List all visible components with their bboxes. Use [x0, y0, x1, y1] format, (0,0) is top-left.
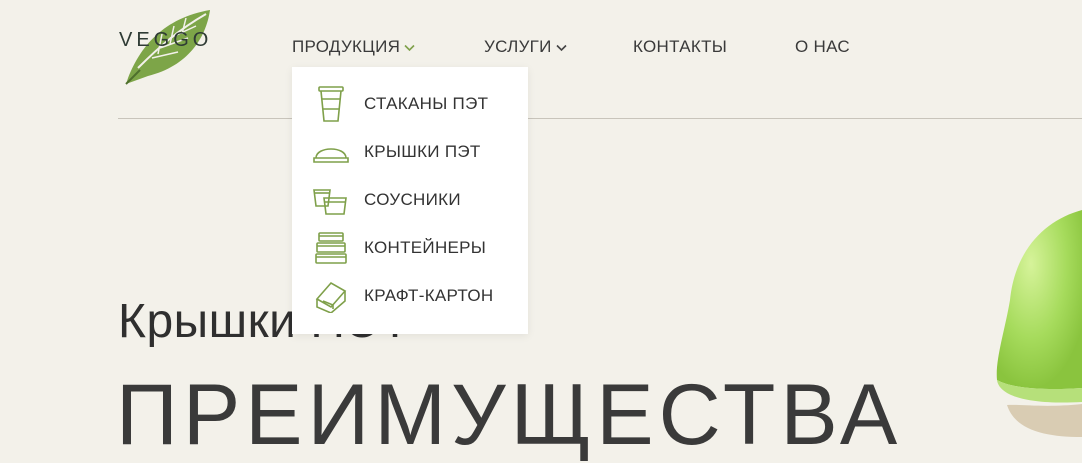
dropdown-item-sauce-cups[interactable]: СОУСНИКИ — [312, 180, 522, 220]
dropdown-item-cups[interactable]: СТАКАНЫ ПЭТ — [312, 84, 522, 124]
veggo-logo[interactable]: VEGGO — [118, 8, 228, 88]
nav-item-about[interactable]: О НАС — [795, 37, 850, 57]
logo-text: VEGGO — [119, 29, 213, 51]
container-stack-icon — [312, 228, 350, 268]
nav-item-label: УСЛУГИ — [484, 37, 552, 56]
dropdown-item-label: КОНТЕЙНЕРЫ — [364, 238, 487, 257]
dome-lid-icon — [312, 132, 350, 172]
products-dropdown: СТАКАНЫ ПЭТ КРЫШКИ ПЭТ СОУСНИКИ КОНТЕЙНЕ… — [292, 67, 528, 334]
hero-headline: ПРЕИМУЩЕСТВА — [116, 367, 903, 463]
kraft-box-icon — [312, 276, 350, 316]
nav-item-contacts[interactable]: КОНТАКТЫ — [633, 37, 727, 57]
sauce-cup-icon — [312, 180, 350, 220]
nav-item-label: О НАС — [795, 37, 850, 56]
cup-icon — [312, 84, 350, 124]
nav-item-label: ПРОДУКЦИЯ — [292, 37, 401, 56]
chevron-down-icon — [556, 37, 567, 57]
dropdown-item-label: КРЫШКИ ПЭТ — [364, 142, 481, 161]
green-lid-image — [996, 210, 1082, 437]
dropdown-item-kraft[interactable]: КРАФТ-КАРТОН — [312, 276, 522, 316]
chevron-down-icon — [404, 37, 415, 57]
header-divider — [118, 118, 1082, 119]
dropdown-item-label: КРАФТ-КАРТОН — [364, 286, 494, 305]
dropdown-item-lids[interactable]: КРЫШКИ ПЭТ — [312, 132, 522, 172]
nav-item-label: КОНТАКТЫ — [633, 37, 728, 56]
nav-item-products[interactable]: ПРОДУКЦИЯ — [292, 37, 415, 57]
dropdown-item-label: СТАКАНЫ ПЭТ — [364, 94, 489, 113]
dropdown-item-containers[interactable]: КОНТЕЙНЕРЫ — [312, 228, 522, 268]
nav-item-services[interactable]: УСЛУГИ — [484, 37, 567, 57]
dropdown-item-label: СОУСНИКИ — [364, 190, 461, 209]
